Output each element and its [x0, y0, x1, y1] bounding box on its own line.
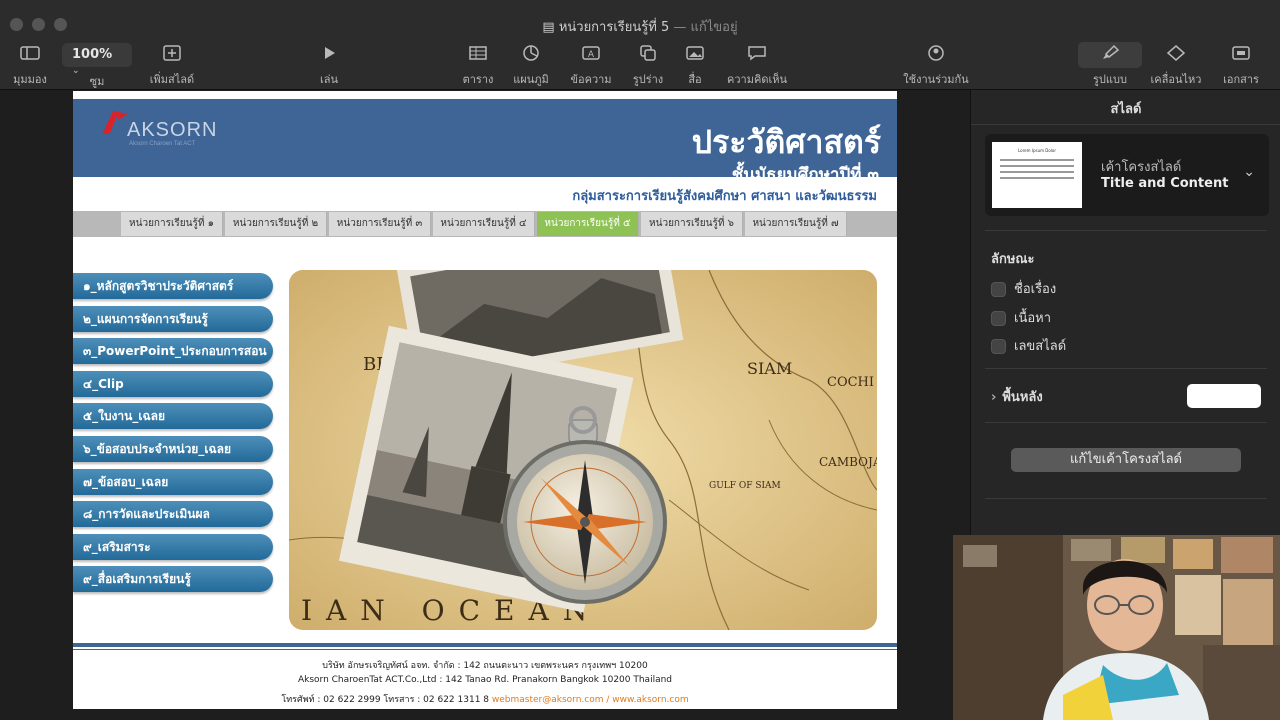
webcam-overlay: [953, 535, 1280, 720]
slide-number-checkbox[interactable]: [991, 339, 1006, 354]
unit-tab-3[interactable]: หน่วยการเรียนรู้ที่ ๓: [329, 212, 431, 236]
sidebar-title: สไลด์: [1110, 102, 1142, 117]
appearance-title: ลักษณะ: [991, 252, 1035, 267]
map-compass-photo: SIAM GULF OF SIAM BE COCHI CAMBOJA IAN O…: [289, 270, 877, 630]
chevron-down-icon: ⌄: [1243, 164, 1255, 180]
slide[interactable]: AKSORN Aksorn Charoen Tat ACT ประวัติศาส…: [73, 91, 897, 709]
body-checkbox-row[interactable]: เนื้อหา: [991, 307, 1051, 328]
footer-address-en: Aksorn CharoenTat ACT.Co.,Ltd : 142 Tana…: [297, 675, 673, 685]
title-checkbox-row[interactable]: ชื่อเรื่อง: [991, 278, 1056, 299]
animate-button[interactable]: เคลื่อนไหว: [1146, 44, 1206, 88]
chevron-right-icon: ›: [991, 390, 997, 405]
slide-layout-picker[interactable]: Lorem Ipsum Dolor เค้าโครงสไลด์ Title an…: [985, 134, 1269, 216]
svg-text:A: A: [588, 50, 595, 60]
add-slide-icon: [163, 45, 181, 61]
unit-tab-4[interactable]: หน่วยการเรียนรู้ที่ ๔: [433, 212, 535, 236]
add-slide-button[interactable]: เพิ่มสไลด์: [144, 44, 200, 88]
footer-rule-thin: [73, 649, 897, 650]
history-map-image[interactable]: SIAM GULF OF SIAM BE COCHI CAMBOJA IAN O…: [289, 270, 877, 630]
layout-thumbnail: Lorem Ipsum Dolor: [992, 142, 1082, 208]
toolbar: ▤ หน่วยการเรียนรู้ที่ 5 — แก้ไขอยู่ มุมม…: [0, 0, 1280, 90]
menu-button-2[interactable]: ๒_แผนการจัดการเรียนรู้: [73, 305, 273, 332]
department-text[interactable]: กลุ่มสาระการเรียนรู้สังคมศึกษา ศาสนา และ…: [572, 185, 877, 206]
footer-phone: โทรศัพท์ : 02 622 2999 โทรสาร : 02 622 1…: [281, 695, 490, 705]
sidebar-icon: [20, 46, 40, 60]
format-button[interactable]: รูปแบบ: [1088, 44, 1132, 88]
play-icon: [325, 47, 335, 59]
menu-button-3[interactable]: ๓_PowerPoint_ประกอบการสอน: [73, 338, 273, 365]
logo-subtext: Aksorn Charoen Tat ACT: [129, 141, 196, 147]
slide-number-checkbox-row[interactable]: เลขสไลด์: [991, 335, 1066, 356]
paintbrush-icon: [1103, 44, 1120, 59]
document-panel-icon: [1232, 46, 1250, 60]
unit-tab-6[interactable]: หน่วยการเรียนรู้ที่ ๖: [641, 212, 743, 236]
animate-icon: [1166, 45, 1186, 61]
menu-button-1[interactable]: ๑_หลักสูตรวิชาประวัติศาสตร์: [73, 273, 273, 299]
comment-icon: [748, 46, 766, 61]
edit-status: — แก้ไขอยู่: [673, 20, 738, 35]
table-button[interactable]: ตาราง: [458, 44, 498, 88]
footer-rule: [73, 643, 897, 647]
webcam-person: [953, 535, 1280, 720]
menu-button-6[interactable]: ๖_ข้อสอบประจำหน่วย_เฉลย: [73, 436, 273, 462]
pie-chart-icon: [523, 45, 539, 61]
collaborate-button[interactable]: ใช้งานร่วมกัน: [900, 44, 972, 88]
document-icon: ▤: [542, 20, 555, 35]
logo-text: AKSORN: [127, 119, 218, 141]
menu-button-5[interactable]: ๕_ใบงาน_เฉลย: [73, 403, 273, 430]
collaborate-icon: [928, 45, 944, 61]
map-label-siam: SIAM: [747, 359, 792, 378]
footer-contact: โทรศัพท์ : 02 622 2999 โทรสาร : 02 622 1…: [73, 692, 897, 706]
play-button[interactable]: เล่น: [312, 44, 346, 88]
image-icon: [686, 46, 704, 60]
layout-name: Title and Content: [1101, 176, 1229, 191]
unit-tab-1[interactable]: หน่วยการเรียนรู้ที่ ๑: [121, 212, 223, 236]
body-checkbox[interactable]: [991, 311, 1006, 326]
zoom-label: ซูม: [89, 75, 105, 88]
layout-label: เค้าโครงสไลด์: [1101, 160, 1182, 175]
slide-banner: AKSORN Aksorn Charoen Tat ACT ประวัติศาส…: [73, 99, 897, 185]
document-button[interactable]: เอกสาร: [1218, 44, 1264, 88]
window-title: ▤ หน่วยการเรียนรู้ที่ 5 — แก้ไขอยู่: [0, 16, 1280, 37]
sidebar-divider: [971, 124, 1280, 125]
sidebar-divider: [985, 368, 1267, 369]
document-title[interactable]: หน่วยการเรียนรู้ที่ 5: [559, 20, 669, 35]
text-box-icon: A: [582, 46, 600, 60]
slide-subtitle[interactable]: ชั้นมัธยมศึกษาปีที่ ๓: [732, 161, 879, 188]
sidebar-divider: [985, 422, 1267, 423]
text-button[interactable]: A ข้อความ: [566, 44, 616, 88]
menu-button-7[interactable]: ๗_ข้อสอบ_เฉลย: [73, 468, 273, 495]
background-row[interactable]: › พื้นหลัง: [991, 386, 1043, 407]
title-checkbox[interactable]: [991, 282, 1006, 297]
menu-button-10[interactable]: ๙_สื่อเสริมการเรียนรู้: [73, 566, 273, 593]
unit-tab-2[interactable]: หน่วยการเรียนรู้ที่ ๒: [225, 212, 327, 236]
unit-tab-7[interactable]: หน่วยการเรียนรู้ที่ ๗: [745, 212, 847, 236]
footer-links[interactable]: webmaster@aksorn.com / www.aksorn.com: [492, 695, 689, 705]
comment-button[interactable]: ความคิดเห็น: [722, 44, 792, 88]
map-label-cochi: COCHI: [827, 375, 874, 390]
shape-icon: [640, 45, 656, 61]
menu-button-8[interactable]: ๘_การวัดและประเมินผล: [73, 501, 273, 528]
map-label-camboja: CAMBOJA: [819, 455, 877, 469]
table-icon: [469, 46, 487, 60]
background-color-well[interactable]: [1187, 384, 1261, 408]
sidebar-divider: [985, 230, 1267, 231]
map-label-gulf: GULF OF SIAM: [709, 481, 781, 491]
media-button[interactable]: สื่อ: [682, 44, 708, 88]
zoom-select[interactable]: 100% ⌄: [62, 43, 132, 76]
sidebar-divider: [985, 498, 1267, 499]
menu-button-9[interactable]: ๙_เสริมสาระ: [73, 533, 273, 560]
unit-tab-5[interactable]: หน่วยการเรียนรู้ที่ ๕: [537, 212, 639, 236]
view-button[interactable]: มุมมอง: [8, 44, 52, 88]
edit-slide-layout-button[interactable]: แก้ไขเค้าโครงสไลด์: [1011, 448, 1241, 472]
chart-button[interactable]: แผนภูมิ: [508, 44, 554, 88]
footer-address-th: บริษัท อักษรเจริญทัศน์ อจท. จำกัด : 142 …: [322, 661, 648, 671]
menu-button-4[interactable]: ๔_Clip: [73, 370, 273, 397]
chevron-down-icon: ⌄: [72, 66, 80, 76]
shape-button[interactable]: รูปร่าง: [628, 44, 668, 88]
